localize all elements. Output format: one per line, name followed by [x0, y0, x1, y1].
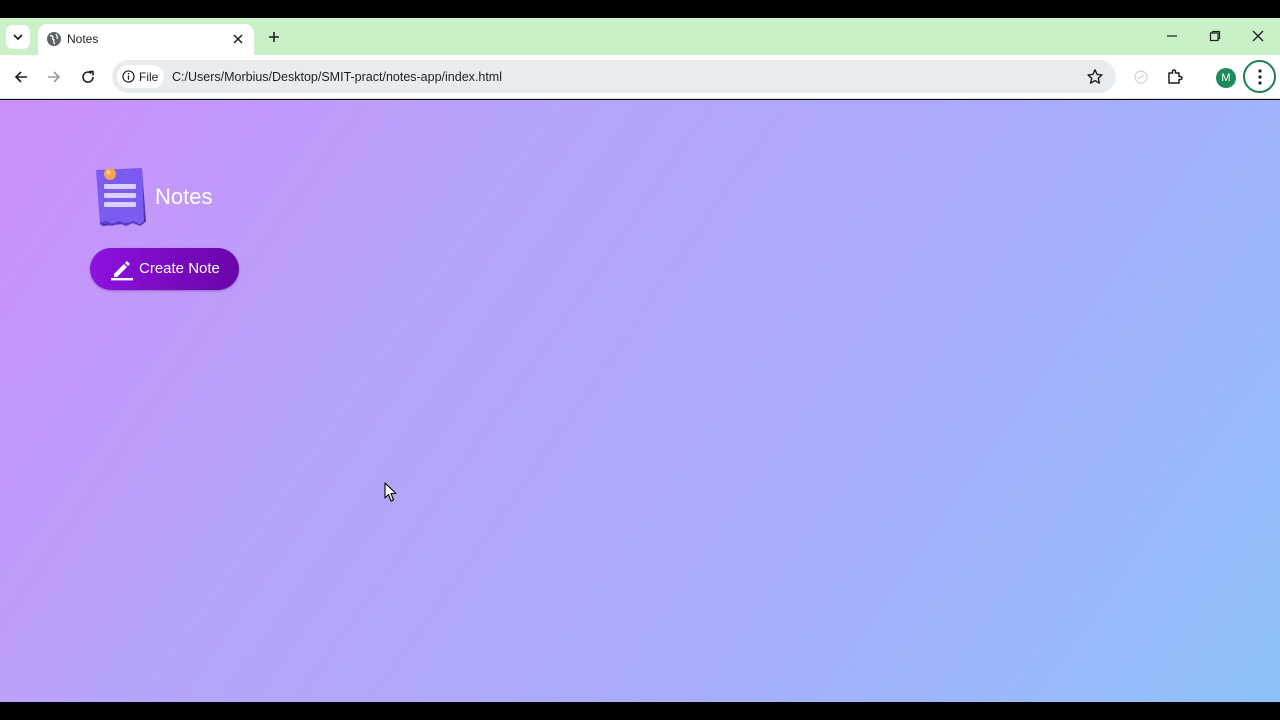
extensions-icon	[1168, 69, 1183, 84]
tab-strip: Notes	[0, 18, 1280, 55]
restore-button[interactable]	[1201, 24, 1229, 48]
browser-toolbar: File C:/Users/Morbius/Desktop/SMIT-pract…	[0, 55, 1280, 99]
page-title: Notes	[155, 184, 213, 209]
browser-menu-button[interactable]	[1243, 60, 1276, 93]
profile-initial: M	[1221, 72, 1231, 84]
plus-icon	[269, 32, 279, 42]
create-note-label: Create Note	[139, 260, 220, 277]
url-text[interactable]: C:/Users/Morbius/Desktop/SMIT-pract/note…	[172, 70, 502, 84]
extension-button[interactable]	[1130, 66, 1152, 88]
bottom-letterbox	[0, 702, 1280, 720]
tab-title: Notes	[67, 32, 99, 46]
more-vert-icon	[1257, 68, 1262, 85]
restore-icon	[1209, 30, 1221, 42]
tab-notes[interactable]: Notes	[38, 24, 254, 55]
close-window-button[interactable]	[1244, 24, 1272, 48]
address-bar[interactable]: File C:/Users/Morbius/Desktop/SMIT-pract…	[112, 60, 1116, 93]
info-icon	[122, 70, 135, 83]
new-tab-button[interactable]	[262, 25, 286, 49]
extensions-button[interactable]	[1164, 66, 1186, 88]
reload-icon	[82, 70, 94, 83]
close-icon	[233, 34, 243, 44]
mouse-cursor-icon	[384, 482, 397, 502]
pencil-icon	[111, 261, 133, 281]
chevron-down-icon	[13, 34, 23, 41]
tab-search-button[interactable]	[6, 25, 30, 49]
back-icon	[14, 71, 27, 83]
top-letterbox	[0, 0, 1280, 18]
forward-button[interactable]	[41, 64, 67, 90]
site-chip-label: File	[139, 70, 159, 84]
extension-puzzle-faded-icon	[1134, 70, 1148, 84]
notes-logo-icon	[96, 168, 146, 227]
back-button[interactable]	[8, 64, 34, 90]
page-viewport: Notes Create Note	[0, 100, 1280, 702]
forward-icon	[48, 71, 61, 83]
create-note-button[interactable]: Create Note	[90, 248, 239, 290]
minimize-icon	[1167, 35, 1177, 37]
tab-close-button[interactable]	[228, 29, 248, 49]
site-info-chip[interactable]: File	[117, 65, 164, 88]
star-icon[interactable]	[1086, 68, 1104, 86]
reload-button[interactable]	[75, 64, 101, 90]
globe-icon	[47, 32, 61, 46]
minimize-button[interactable]	[1158, 24, 1186, 48]
close-icon	[1252, 30, 1264, 42]
profile-avatar[interactable]: M	[1216, 68, 1236, 88]
